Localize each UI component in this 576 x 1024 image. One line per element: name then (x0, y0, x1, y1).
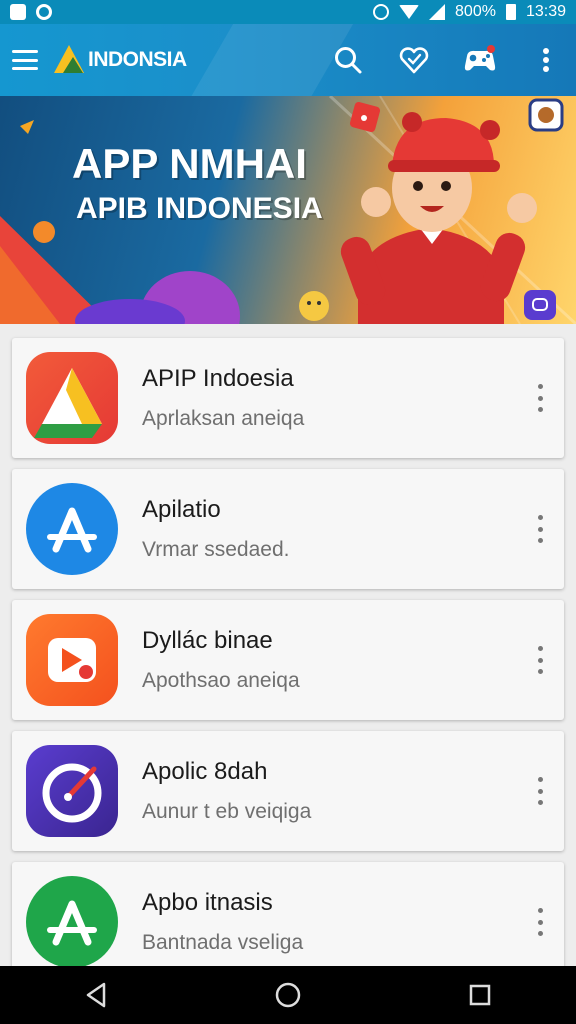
app-title: APIP Indoesia (142, 365, 294, 392)
media-play-icon (26, 614, 118, 706)
more-options-icon[interactable] (534, 384, 546, 412)
list-item[interactable]: Dyllác binae Apothsao aneiqa (12, 600, 564, 720)
more-options-icon[interactable] (534, 515, 546, 543)
list-item[interactable]: Apolic 8dah Aunur t eb veiqiga (12, 731, 564, 851)
app-title: Dyllác binae (142, 627, 273, 654)
app-subtitle: Aunur t eb veiqiga (142, 800, 312, 823)
promo-banner[interactable]: APP NMHAI APIB INDONESIA (0, 96, 576, 324)
more-vert-icon[interactable] (528, 42, 564, 78)
app-bar: INDONSIA (0, 24, 576, 96)
more-options-icon[interactable] (534, 777, 546, 805)
target-pen-icon (26, 745, 118, 837)
green-a-icon (26, 876, 118, 968)
recents-icon[interactable] (460, 975, 500, 1015)
status-bar: 800% 13:39 (0, 0, 576, 24)
app-subtitle: Apothsao aneiqa (142, 669, 300, 692)
app-subtitle: Bantnada vseliga (142, 931, 304, 954)
gamepad-icon[interactable] (462, 42, 498, 78)
play-triangle-icon (26, 352, 118, 444)
app-subtitle: Aprlaksan aneiqa (142, 407, 305, 430)
search-icon[interactable] (330, 42, 366, 78)
app-title: Apolic 8dah (142, 758, 268, 785)
app-title: Apbo itnasis (142, 889, 273, 916)
heart-badge-icon[interactable] (396, 42, 432, 78)
more-options-icon[interactable] (534, 646, 546, 674)
clock: 13:39 (525, 3, 566, 20)
app-title: Apilatio (142, 496, 221, 523)
menu-icon[interactable] (12, 50, 38, 70)
alarm-icon (373, 4, 390, 20)
wifi-icon (399, 5, 420, 19)
back-icon[interactable] (76, 975, 116, 1015)
battery-percent: 800% (455, 3, 496, 20)
system-nav-bar (0, 966, 576, 1024)
list-item[interactable]: Apbo itnasis Bantnada vseliga (12, 862, 564, 982)
home-icon[interactable] (268, 975, 308, 1015)
brand-logo-icon (54, 45, 84, 75)
banner-title: APP NMHAI (72, 140, 307, 187)
list-item[interactable]: Apilatio Vrmar ssedaed. (12, 469, 564, 589)
more-options-icon[interactable] (534, 908, 546, 936)
brand-name: INDONSIA (88, 48, 187, 71)
list-item[interactable]: APIP Indoesia Aprlaksan aneiqa (12, 338, 564, 458)
battery-icon (505, 4, 516, 20)
app-store-a-icon (26, 483, 118, 575)
signal-icon (429, 4, 446, 20)
banner-subtitle: APIB INDONESIA (76, 192, 323, 225)
app-subtitle: Vrmar ssedaed. (142, 538, 290, 561)
notification-icon (10, 4, 26, 20)
app-list: APIP Indoesia Aprlaksan aneiqa Apilatio … (12, 338, 564, 993)
sync-notification-icon (36, 4, 52, 20)
